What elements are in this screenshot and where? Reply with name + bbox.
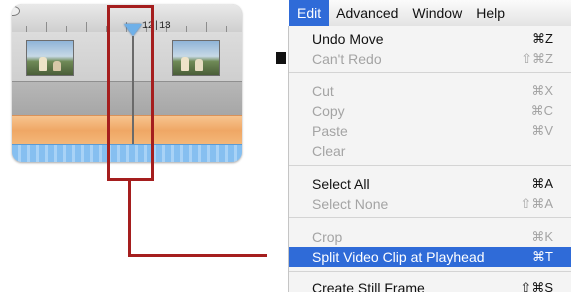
menu-item-copy[interactable]: Copy ⌘C [289,101,571,121]
menu-separator [289,165,571,166]
menu-item-crop[interactable]: Crop ⌘K [289,227,571,247]
menu-item-paste[interactable]: Paste ⌘V [289,121,571,141]
menu-item-cut[interactable]: Cut ⌘X [289,81,571,101]
connector-line-horizontal [128,254,267,257]
playhead-highlight-box [107,5,154,181]
background-window-edge [276,52,286,64]
menu-item-create-still-frame[interactable]: Create Still Frame ⇧⌘S [289,278,571,292]
menu-help[interactable]: Help [469,0,512,26]
menu-separator [289,217,571,218]
menu-item-select-none[interactable]: Select None ⇧⌘A [289,194,571,214]
menu-window[interactable]: Window [405,0,469,26]
menu-item-cant-redo[interactable]: Can't Redo ⇧⌘Z [289,49,571,69]
menu-separator [289,72,571,73]
menu-separator [289,271,571,272]
menu-edit[interactable]: Edit [289,0,330,26]
video-clip-thumbnail[interactable] [172,40,220,76]
menu-item-select-all[interactable]: Select All ⌘A [289,174,571,194]
ruler-knob[interactable] [12,6,20,16]
menu-item-undo-move[interactable]: Undo Move ⌘Z [289,29,571,49]
menu-item-split-video-clip-at-playhead[interactable]: Split Video Clip at Playhead ⌘T [289,247,571,267]
edit-menu-dropdown: Undo Move ⌘Z Can't Redo ⇧⌘Z Cut ⌘X Copy … [289,26,571,292]
menu-bar: Edit Advanced Window Help [289,0,571,27]
menu-item-clear[interactable]: Clear [289,141,571,161]
menu-advanced[interactable]: Advanced [329,0,405,26]
video-clip-thumbnail[interactable] [26,40,74,76]
connector-line-vertical [128,181,131,257]
